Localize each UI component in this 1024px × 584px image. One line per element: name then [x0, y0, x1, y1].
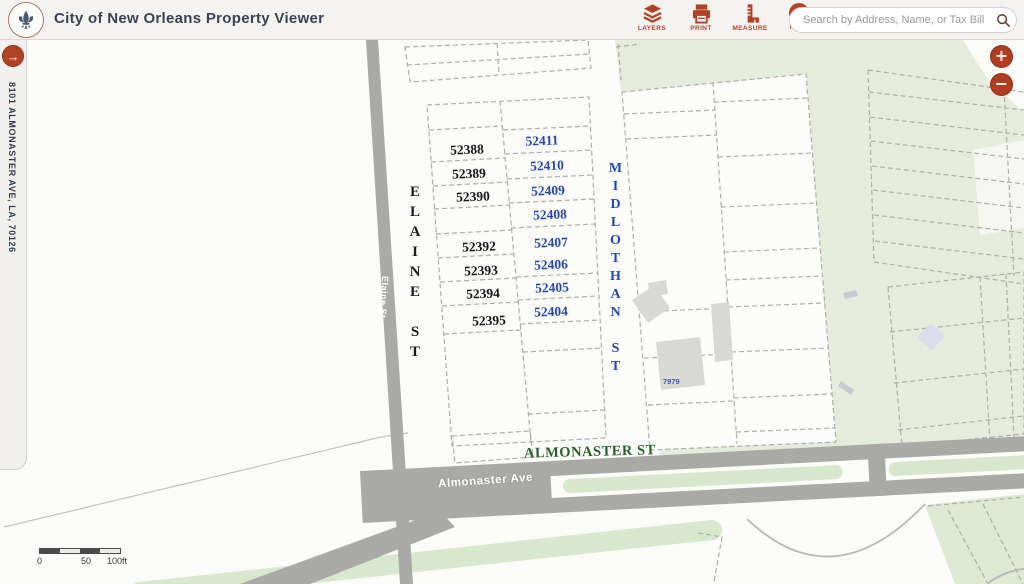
street-label-midlothan-st: MIDLOTHAN ST: [607, 161, 623, 377]
zoom-out-button[interactable]: −: [990, 73, 1013, 96]
page-title: City of New Orleans Property Viewer: [54, 10, 324, 27]
search-icon: [996, 13, 1011, 28]
parcel-label[interactable]: 52407: [528, 234, 575, 252]
parcel-label[interactable]: 52405: [529, 279, 576, 297]
search-button[interactable]: [990, 8, 1016, 32]
scale-zero-label: 0: [37, 556, 42, 566]
scalebar-segment: [40, 549, 60, 553]
layers-label: LAYERS: [638, 25, 666, 32]
scalebar-segment: [60, 549, 80, 553]
fleur-de-lis-icon: [15, 9, 37, 31]
print-label: PRINT: [690, 25, 712, 32]
scalebar-segment: [100, 549, 120, 553]
street-label-almonaster-st: ALMONASTER ST: [524, 442, 656, 462]
parcel-label[interactable]: 52389: [446, 165, 493, 183]
building-number-label: 7979: [663, 377, 680, 386]
parcel-label[interactable]: 52395: [466, 312, 513, 330]
map-scalebar: 0 50 100ft: [39, 548, 131, 568]
scalebar-segments: [39, 548, 121, 554]
street-label-elaine-st: ELAINE ST: [406, 184, 423, 364]
parcel-label[interactable]: 52406: [528, 256, 575, 274]
parcel-label[interactable]: 52388: [444, 141, 491, 159]
scale-fifty-label: 50: [81, 556, 91, 566]
app-header: City of New Orleans Property Viewer LAYE…: [0, 0, 1024, 40]
parcel-label[interactable]: 52408: [527, 206, 574, 224]
measure-icon: [740, 3, 761, 24]
print-icon: [691, 3, 712, 24]
measure-label: MEASURE: [732, 25, 767, 32]
print-button[interactable]: PRINT: [683, 3, 719, 37]
search-input[interactable]: [790, 14, 990, 26]
parcel-label[interactable]: 52390: [450, 188, 497, 206]
layers-button[interactable]: LAYERS: [634, 3, 670, 37]
parcel-label[interactable]: 52409: [525, 182, 572, 200]
property-viewer-app: 52388 52389 52390 52392 52393 52394 5239…: [0, 0, 1024, 584]
parcel-label[interactable]: 52393: [458, 262, 505, 280]
scalebar-segment: [80, 549, 100, 553]
nola-fleur-de-lis-logo: [8, 2, 44, 38]
layers-icon: [642, 3, 663, 24]
measure-button[interactable]: MEASURE: [732, 3, 768, 37]
results-sidebar-collapsed: → 8101 ALMONASTER AVE, LA, 70126: [0, 40, 27, 470]
parcel-label[interactable]: 52394: [460, 285, 507, 303]
map-canvas[interactable]: [0, 0, 1024, 584]
parcel-label[interactable]: 52411: [519, 132, 566, 150]
selected-property-address: 8101 ALMONASTER AVE, LA, 70126: [7, 82, 17, 253]
scale-hundred-label: 100ft: [107, 556, 127, 566]
zoom-in-button[interactable]: +: [990, 45, 1013, 68]
search-bar: [789, 7, 1017, 33]
parcel-label[interactable]: 52410: [524, 157, 571, 175]
parcel-label[interactable]: 52404: [528, 303, 575, 321]
parcel-label[interactable]: 52392: [456, 238, 503, 256]
sidebar-expand-button[interactable]: →: [2, 45, 24, 67]
